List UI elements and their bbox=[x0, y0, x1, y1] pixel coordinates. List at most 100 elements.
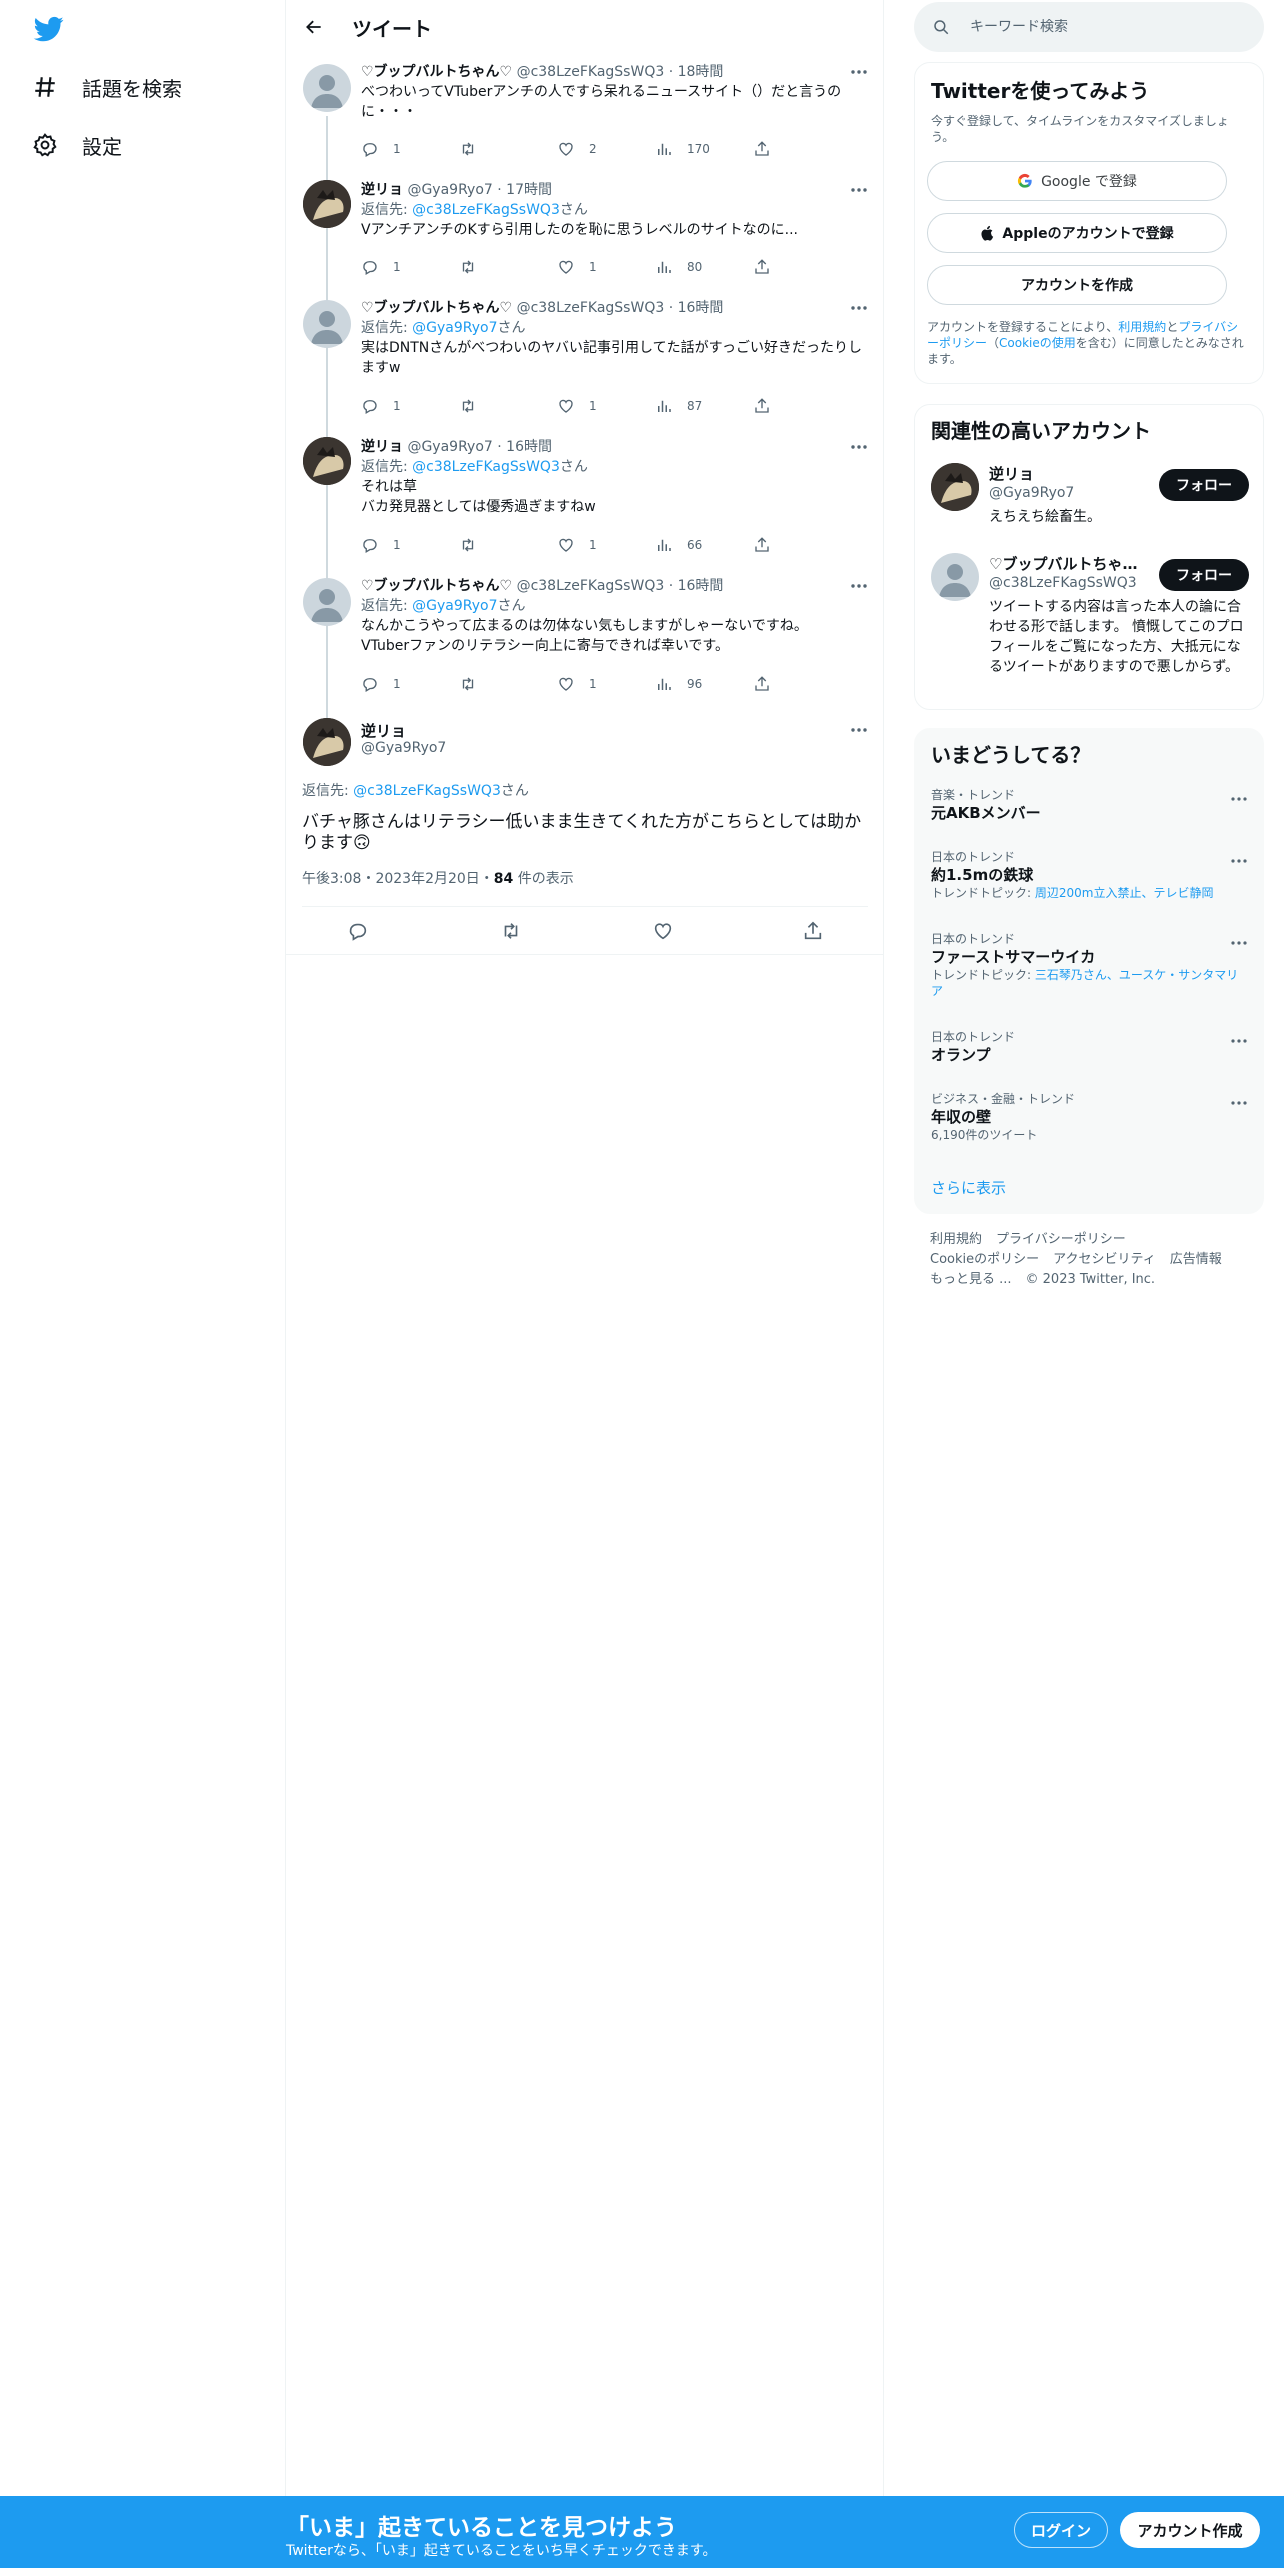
signup-button[interactable]: アカウント作成 bbox=[1120, 2512, 1260, 2548]
tweet-author-name[interactable]: 逆リョ bbox=[361, 182, 403, 198]
share-button[interactable] bbox=[753, 257, 771, 277]
tweet-author-handle[interactable]: @c38LzeFKagSsWQ3 bbox=[517, 64, 665, 80]
thread-tweet[interactable]: ♡ブップバルトちゃん♡ @c38LzeFKagSsWQ3 · 18時間 べつわい… bbox=[286, 62, 884, 170]
more-icon[interactable] bbox=[1229, 1095, 1249, 1111]
show-more-link[interactable]: さらに表示 bbox=[931, 1177, 1006, 1198]
reply-button[interactable]: 1 bbox=[361, 396, 401, 416]
retweet-button[interactable] bbox=[459, 396, 491, 416]
terms-link[interactable]: 利用規約 bbox=[1118, 320, 1166, 334]
more-icon[interactable] bbox=[1229, 935, 1249, 951]
views-button[interactable]: 96 bbox=[655, 674, 702, 694]
trend-item[interactable]: 日本のトレンド 約1.5mの鉄球 トレンドトピック: 周辺200m立入禁止、テレ… bbox=[931, 849, 1249, 901]
avatar[interactable] bbox=[931, 463, 979, 511]
related-account-name[interactable]: ♡ブップバルトちゃ… bbox=[989, 553, 1139, 574]
avatar[interactable] bbox=[303, 578, 351, 626]
share-button[interactable] bbox=[753, 396, 771, 416]
more-icon[interactable] bbox=[848, 576, 870, 596]
tweet-author-name[interactable]: ♡ブップバルトちゃん♡ bbox=[361, 578, 512, 594]
footer-ads-link[interactable]: 広告情報 bbox=[1170, 1252, 1222, 1267]
footer-accessibility-link[interactable]: アクセシビリティ bbox=[1053, 1252, 1156, 1267]
tweet-author-name[interactable]: ♡ブップバルトちゃん♡ bbox=[361, 64, 512, 80]
share-button[interactable] bbox=[753, 674, 771, 694]
follow-button[interactable]: フォロー bbox=[1159, 469, 1249, 501]
footer-more-link[interactable]: もっと見る ... bbox=[930, 1272, 1012, 1287]
more-icon[interactable] bbox=[848, 437, 870, 457]
footer-privacy-link[interactable]: プライバシーポリシー bbox=[996, 1232, 1126, 1247]
avatar[interactable] bbox=[303, 437, 351, 485]
more-icon[interactable] bbox=[1229, 853, 1249, 869]
tweet-author-handle[interactable]: @c38LzeFKagSsWQ3 bbox=[517, 578, 665, 594]
trend-item[interactable]: ビジネス・金融・トレンド 年収の壁 6,190件のツイート bbox=[931, 1091, 1249, 1143]
related-account[interactable]: ♡ブップバルトちゃ… @c38LzeFKagSsWQ3 ツイートする内容は言った… bbox=[931, 553, 1249, 693]
like-button[interactable] bbox=[652, 920, 678, 946]
nav-settings[interactable]: 設定 bbox=[32, 123, 122, 167]
reply-to-link[interactable]: @c38LzeFKagSsWQ3 bbox=[353, 783, 501, 799]
reply-button[interactable]: 1 bbox=[361, 535, 401, 555]
search-input[interactable] bbox=[970, 19, 1250, 35]
retweet-button[interactable] bbox=[459, 674, 491, 694]
tweet-time[interactable]: 18時間 bbox=[678, 64, 724, 80]
apple-signup-button[interactable]: Appleのアカウントで登録 bbox=[927, 213, 1227, 253]
share-button[interactable] bbox=[802, 920, 828, 946]
thread-tweet[interactable]: ♡ブップバルトちゃん♡ @c38LzeFKagSsWQ3 · 16時間 返信先:… bbox=[286, 298, 884, 418]
reply-to-link[interactable]: @Gya9Ryo7 bbox=[412, 598, 497, 614]
reply-button[interactable]: 1 bbox=[361, 257, 401, 277]
tweet-author-name[interactable]: 逆リョ bbox=[361, 720, 406, 741]
retweet-button[interactable] bbox=[459, 257, 491, 277]
related-account-name[interactable]: 逆リョ bbox=[989, 463, 1139, 484]
tweet-author-name[interactable]: ♡ブップバルトちゃん♡ bbox=[361, 300, 512, 316]
google-signup-button[interactable]: Google で登録 bbox=[927, 161, 1227, 201]
reply-button[interactable] bbox=[347, 920, 373, 946]
cookie-link[interactable]: Cookieの使用 bbox=[999, 336, 1076, 350]
footer-cookies-link[interactable]: Cookieのポリシー bbox=[930, 1252, 1039, 1267]
tweet-author-handle[interactable]: @Gya9Ryo7 bbox=[407, 439, 492, 455]
views-button[interactable]: 66 bbox=[655, 535, 702, 555]
trend-item[interactable]: 音楽・トレンド 元AKBメンバー bbox=[931, 787, 1249, 823]
back-button[interactable] bbox=[296, 9, 332, 45]
retweet-button[interactable] bbox=[459, 535, 491, 555]
thread-tweet[interactable]: 逆リョ @Gya9Ryo7 · 17時間 返信先: @c38LzeFKagSsW… bbox=[286, 180, 884, 280]
tweet-time[interactable]: 17時間 bbox=[506, 182, 552, 198]
like-button[interactable]: 1 bbox=[557, 674, 597, 694]
avatar[interactable] bbox=[303, 718, 351, 766]
footer-terms-link[interactable]: 利用規約 bbox=[930, 1232, 982, 1247]
follow-button[interactable]: フォロー bbox=[1159, 559, 1249, 591]
login-button[interactable]: ログイン bbox=[1014, 2512, 1108, 2548]
tweet-timestamp[interactable]: 午後3:08・2023年2月20日・ bbox=[302, 871, 494, 887]
tweet-author-handle[interactable]: @Gya9Ryo7 bbox=[407, 182, 492, 198]
share-button[interactable] bbox=[753, 535, 771, 555]
tweet-author-handle[interactable]: @Gya9Ryo7 bbox=[361, 740, 446, 756]
reply-to-link[interactable]: @c38LzeFKagSsWQ3 bbox=[412, 202, 560, 218]
reply-to-link[interactable]: @c38LzeFKagSsWQ3 bbox=[412, 459, 560, 475]
related-account[interactable]: 逆リョ @Gya9Ryo7 えちえち絵畜生。 フォロー bbox=[931, 463, 1249, 533]
more-icon[interactable] bbox=[848, 720, 870, 740]
thread-tweet[interactable]: ♡ブップバルトちゃん♡ @c38LzeFKagSsWQ3 · 16時間 返信先:… bbox=[286, 576, 884, 696]
trend-item[interactable]: 日本のトレンド オランプ bbox=[931, 1029, 1249, 1065]
avatar[interactable] bbox=[303, 64, 351, 112]
avatar[interactable] bbox=[303, 300, 351, 348]
tweet-time[interactable]: 16時間 bbox=[678, 578, 724, 594]
more-icon[interactable] bbox=[1229, 791, 1249, 807]
reply-to-link[interactable]: @Gya9Ryo7 bbox=[412, 320, 497, 336]
share-button[interactable] bbox=[753, 139, 771, 159]
tweet-author-name[interactable]: 逆リョ bbox=[361, 439, 403, 455]
create-account-button[interactable]: アカウントを作成 bbox=[927, 265, 1227, 305]
retweet-button[interactable] bbox=[459, 139, 491, 159]
like-button[interactable]: 2 bbox=[557, 139, 597, 159]
nav-explore[interactable]: 話題を検索 bbox=[32, 65, 182, 109]
like-button[interactable]: 1 bbox=[557, 396, 597, 416]
reply-button[interactable]: 1 bbox=[361, 674, 401, 694]
search-bar[interactable] bbox=[914, 2, 1264, 52]
trend-item[interactable]: 日本のトレンド ファーストサマーウイカ トレンドトピック: 三石琴乃さん、ユース… bbox=[931, 931, 1249, 999]
views-button[interactable]: 170 bbox=[655, 139, 710, 159]
more-icon[interactable] bbox=[1229, 1033, 1249, 1049]
like-button[interactable]: 1 bbox=[557, 257, 597, 277]
reply-button[interactable]: 1 bbox=[361, 139, 401, 159]
more-icon[interactable] bbox=[848, 62, 870, 82]
twitter-logo-icon[interactable] bbox=[32, 14, 66, 44]
views-button[interactable]: 80 bbox=[655, 257, 702, 277]
like-button[interactable]: 1 bbox=[557, 535, 597, 555]
tweet-author-handle[interactable]: @c38LzeFKagSsWQ3 bbox=[517, 300, 665, 316]
views-button[interactable]: 87 bbox=[655, 396, 702, 416]
tweet-time[interactable]: 16時間 bbox=[678, 300, 724, 316]
